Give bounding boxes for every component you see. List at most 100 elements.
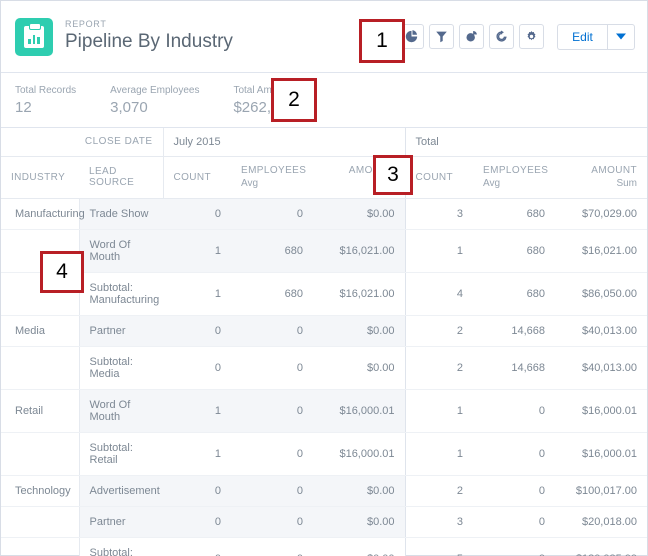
chart-toggle-icon[interactable] (459, 24, 484, 49)
table-row: Subtotal: Manufacturing 1 680 $16,021.00 4 68… (1, 272, 648, 316)
table-row: Subtotal: Retail 1 0 $16,000.01 1 0 $16,000.01 (1, 432, 648, 476)
cell-total-count: 1 (404, 388, 474, 433)
close-date-value: July 2015 (162, 128, 406, 157)
cell-lead-source: Trade Show (78, 197, 163, 230)
cell-total-amount: $20,018.00 (555, 506, 648, 538)
col-total-count[interactable]: COUNT (404, 156, 474, 199)
cell-lead-source: Subtotal: Media (78, 346, 163, 390)
table-row: Manufacturing Trade Show 0 0 $0.00 3 680 $70,02… (1, 197, 648, 230)
cell-employees: 680 (231, 272, 313, 316)
column-header-row: INDUSTRY LEAD SOURCE COUNT EMPLOYEES Avg… (1, 156, 648, 199)
report-eyebrow: REPORT (65, 19, 107, 30)
col-employees-label: EMPLOYEES (241, 165, 307, 176)
gear-icon[interactable] (519, 24, 544, 49)
cell-total-count: 1 (404, 432, 474, 476)
table-row: Subtotal: Media 0 0 $0.00 2 14,668 $40,013.00 (1, 346, 648, 390)
close-date-label: CLOSE DATE (79, 128, 163, 157)
cell-amount: $0.00 (313, 346, 406, 390)
cell-total-amount: $40,013.00 (555, 346, 648, 390)
cell-amount: $16,021.00 (313, 229, 406, 273)
cell-employees: 0 (231, 197, 313, 230)
filter-icon[interactable] (429, 24, 454, 49)
cell-employees: 680 (231, 229, 313, 273)
cell-lead-source: Subtotal: Retail (78, 432, 163, 476)
cell-lead-source: Partner (78, 314, 163, 347)
col-total-amount-aggregate: Sum (616, 178, 638, 189)
cell-amount: $0.00 (313, 314, 406, 347)
annotation-badge-1: 1 (359, 19, 405, 63)
cell-total-employees: 680 (473, 198, 556, 230)
cell-lead-source: Subtotal: Manufacturing (78, 272, 163, 316)
annotation-badge-2: 2 (271, 78, 317, 122)
cell-total-count: 1 (404, 229, 474, 273)
col-employees[interactable]: EMPLOYEES Avg (231, 156, 313, 199)
cell-total-amount: $16,000.01 (555, 389, 648, 433)
cell-industry (1, 346, 79, 390)
column-group-header-row: CLOSE DATE July 2015 Total (1, 128, 648, 157)
refresh-icon[interactable] (489, 24, 514, 49)
cell-industry: Manufacturing (1, 197, 85, 230)
cell-lead-source: Partner (78, 506, 163, 538)
cell-total-employees: 14,668 (473, 346, 556, 390)
cell-amount: $16,021.00 (313, 272, 406, 316)
cell-count: 0 (163, 537, 231, 556)
cell-amount: $0.00 (313, 474, 406, 507)
cell-total-amount: $100,017.00 (555, 475, 648, 507)
table-row: Technology Advertisement 0 0 $0.00 2 0 $100,017… (1, 474, 648, 507)
cell-total-count: 3 (404, 197, 474, 230)
col-count[interactable]: COUNT (162, 156, 231, 199)
col-total-employees[interactable]: EMPLOYEES Avg (473, 156, 556, 199)
cell-amount: $0.00 (313, 537, 406, 556)
cell-count: 0 (163, 197, 231, 230)
cell-lead-source: Subtotal: Technology (78, 537, 163, 556)
edit-button[interactable]: Edit (557, 23, 607, 50)
cell-count: 0 (163, 474, 231, 507)
cell-total-amount: $16,000.01 (555, 432, 648, 476)
cell-total-count: 2 (404, 314, 474, 347)
report-header: REPORT Pipeline By Industry Edit (1, 1, 647, 73)
stat-label: Average Employees (110, 84, 200, 96)
report-page: REPORT Pipeline By Industry Edit Total R… (0, 0, 648, 556)
stat-label: Total Records (15, 84, 77, 96)
cell-industry: Media (1, 314, 79, 347)
cell-total-count: 4 (404, 272, 474, 316)
cell-industry (1, 432, 79, 476)
col-total-employees-label: EMPLOYEES (483, 165, 549, 176)
cell-total-amount: $86,050.00 (555, 272, 648, 316)
cell-total-employees: 0 (473, 389, 556, 433)
cell-amount: $0.00 (313, 506, 406, 538)
cell-total-employees: 14,668 (473, 315, 556, 347)
stat-total-records: Total Records 12 (15, 85, 76, 116)
col-total-amount[interactable]: AMOUNT Sum (555, 156, 648, 199)
col-industry[interactable]: INDUSTRY (1, 156, 79, 199)
col-total-employees-aggregate: Avg (483, 178, 501, 189)
cell-industry (1, 506, 79, 538)
cell-total-count: 3 (404, 506, 474, 538)
cell-count: 1 (163, 432, 231, 476)
annotation-badge-3: 3 (373, 155, 413, 195)
cell-count: 1 (163, 388, 231, 433)
stat-value: 3,070 (110, 98, 148, 116)
cell-count: 0 (163, 506, 231, 538)
chevron-down-icon[interactable] (607, 23, 635, 50)
cell-industry (1, 537, 79, 556)
table-row: Subtotal: Technology00$0.0050$120,035.00 (1, 537, 648, 556)
col-lead-source[interactable]: LEAD SOURCE (79, 156, 163, 199)
cell-employees: 0 (231, 346, 313, 390)
cell-count: 0 (163, 346, 231, 390)
cell-employees: 0 (231, 432, 313, 476)
cell-amount: $16,000.01 (313, 388, 406, 433)
cell-lead-source: Advertisement (78, 474, 163, 507)
cell-total-amount: $40,013.00 (555, 315, 648, 347)
report-clipboard-icon (15, 17, 53, 56)
table-row: Partner 0 0 $0.00 3 0 $20,018.00 (1, 506, 648, 538)
cell-employees: 0 (231, 314, 313, 347)
page-title: Pipeline By Industry (65, 31, 233, 52)
annotation-badge-4: 4 (40, 251, 84, 293)
summary-stats: Total Records 12 Average Employees 3,070… (1, 73, 647, 128)
cell-employees: 0 (231, 537, 313, 556)
table-row: Retail Word Of Mouth 1 0 $16,000.01 1 0 $16,000… (1, 388, 648, 433)
cell-total-employees: 0 (473, 475, 556, 507)
empty-corner-cell (1, 128, 79, 157)
cell-total-amount: $120,035.00 (555, 537, 648, 556)
